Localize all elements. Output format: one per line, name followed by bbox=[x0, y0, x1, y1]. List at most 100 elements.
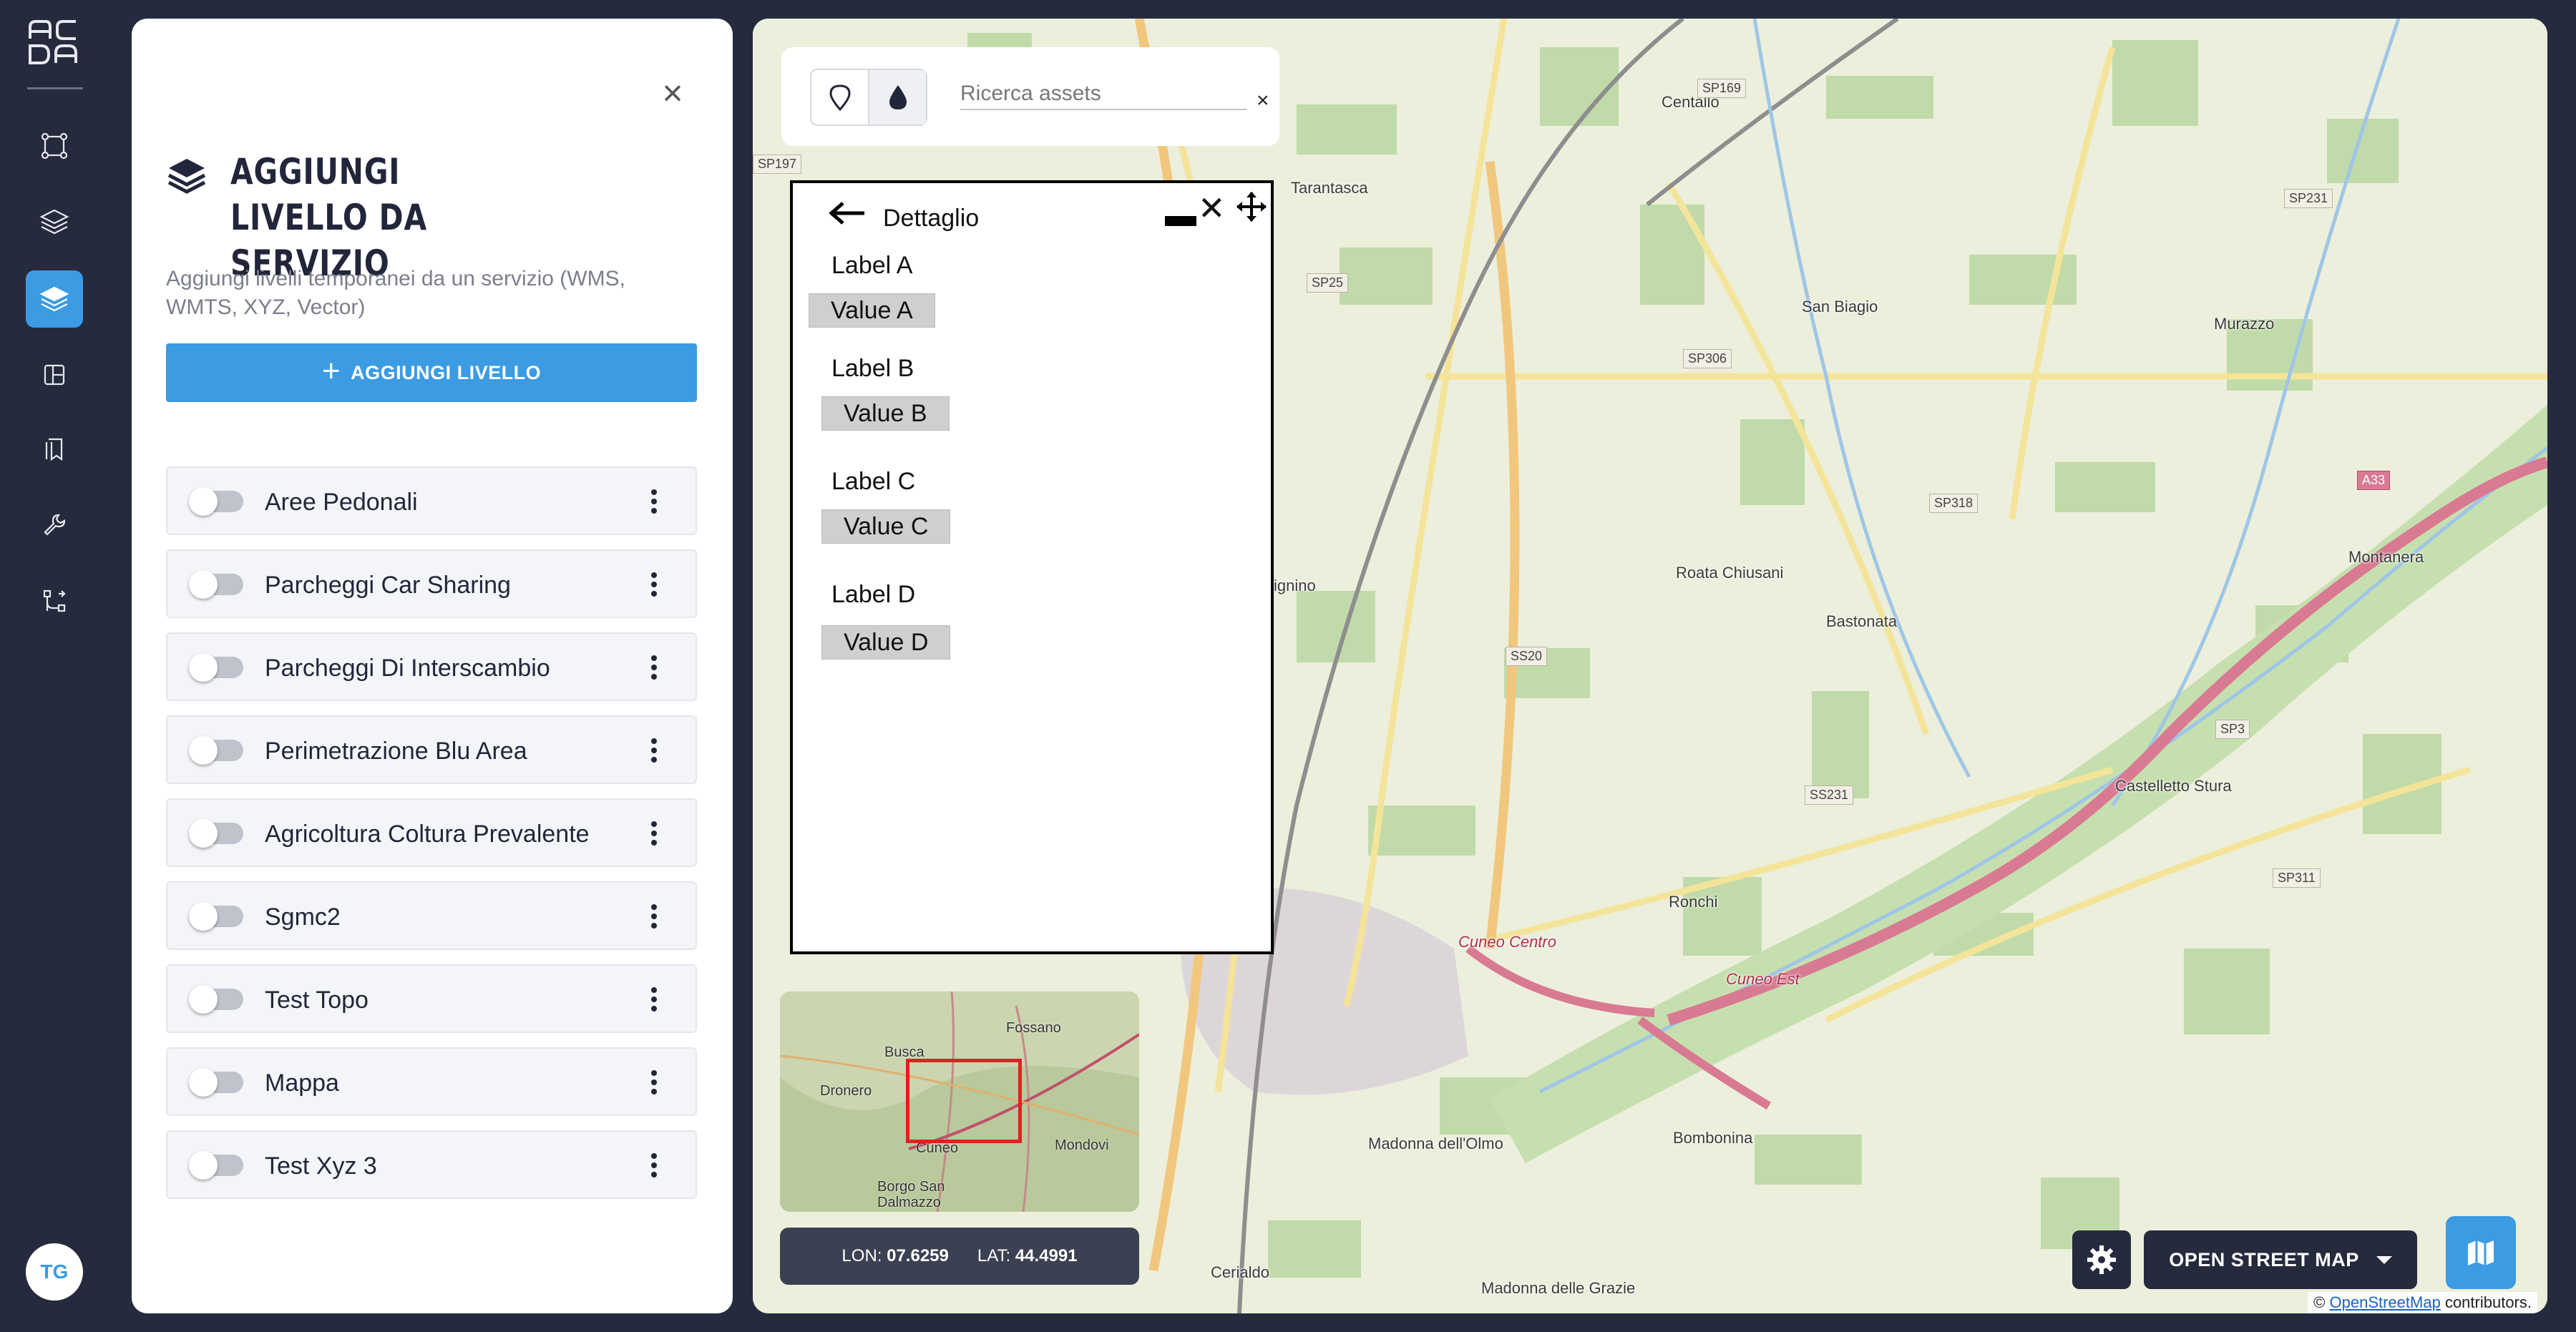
layer-name: Aree Pedonali bbox=[265, 489, 418, 516]
lat-readout: LAT: 44.4991 bbox=[977, 1246, 1078, 1265]
nav-rail: TG bbox=[0, 0, 109, 1332]
selection-square-icon bbox=[41, 132, 68, 160]
detail-label: Label B bbox=[831, 355, 914, 382]
app-logo[interactable] bbox=[27, 17, 79, 69]
layer-toggle[interactable] bbox=[189, 487, 243, 516]
bookmarks-icon bbox=[45, 438, 63, 461]
drop-button[interactable] bbox=[868, 70, 926, 124]
detail-label: Label C bbox=[831, 468, 916, 495]
settings-button[interactable] bbox=[2072, 1230, 2131, 1289]
map-label: San Biagio bbox=[1802, 298, 1878, 315]
layers-icon bbox=[39, 209, 69, 235]
more-vertical-icon[interactable] bbox=[640, 900, 668, 933]
more-vertical-icon[interactable] bbox=[640, 983, 668, 1016]
more-vertical-icon[interactable] bbox=[640, 568, 668, 601]
road-shield: SP3 bbox=[2215, 720, 2250, 739]
chevron-down-icon bbox=[2376, 1255, 2392, 1264]
list-item: Test Xyz 3 bbox=[166, 1130, 697, 1199]
rail-bookmarks-button[interactable] bbox=[26, 421, 83, 478]
overview-minimap[interactable]: Busca Fossano Dronero Cuneo Mondovi Borg… bbox=[780, 991, 1139, 1212]
layer-toggle[interactable] bbox=[189, 1068, 243, 1097]
location-pin-button[interactable] bbox=[811, 70, 868, 124]
layer-toggle[interactable] bbox=[189, 1151, 243, 1180]
osm-link[interactable]: OpenStreetMap bbox=[2330, 1293, 2441, 1311]
map-label: Ronchi bbox=[1669, 893, 1718, 911]
layer-name: Parcheggi Car Sharing bbox=[265, 572, 511, 599]
layer-name: Perimetrazione Blu Area bbox=[265, 738, 527, 765]
map-label: Madonna delle Grazie bbox=[1481, 1279, 1636, 1297]
list-item: Aree Pedonali bbox=[166, 466, 697, 535]
detail-value: Value B bbox=[821, 396, 950, 431]
rail-tools-button[interactable] bbox=[26, 496, 83, 554]
detail-value: Value D bbox=[821, 625, 951, 660]
rail-workflow-button[interactable] bbox=[26, 572, 83, 630]
more-vertical-icon[interactable] bbox=[640, 1066, 668, 1099]
detail-value: Value A bbox=[809, 293, 935, 328]
rail-layers-button[interactable] bbox=[26, 193, 83, 250]
coordinate-readout: LON: 07.6259 LAT: 44.4991 bbox=[780, 1228, 1139, 1285]
user-avatar[interactable]: TG bbox=[26, 1243, 83, 1301]
logo-divider bbox=[27, 87, 83, 89]
map-label: Cuneo Centro bbox=[1458, 933, 1556, 951]
map-label: Murazzo bbox=[2214, 315, 2275, 333]
basemap-label: OPEN STREET MAP bbox=[2169, 1248, 2359, 1270]
layout-icon bbox=[44, 364, 65, 386]
road-shield: SP25 bbox=[1307, 273, 1349, 293]
layer-toggle[interactable] bbox=[189, 819, 243, 848]
more-vertical-icon[interactable] bbox=[640, 1149, 668, 1182]
layer-toggle[interactable] bbox=[189, 570, 243, 599]
more-vertical-icon[interactable] bbox=[640, 817, 668, 850]
map-canvas[interactable]: Centallo Tarantasca San Biagio Murazzo R… bbox=[753, 19, 2547, 1313]
map-view-button[interactable] bbox=[2446, 1216, 2516, 1289]
more-vertical-icon[interactable] bbox=[640, 734, 668, 767]
layer-name: Parcheggi Di Interscambio bbox=[265, 655, 550, 682]
layer-toggle[interactable] bbox=[189, 985, 243, 1014]
layer-name: Test Xyz 3 bbox=[265, 1152, 377, 1180]
back-arrow-icon[interactable] bbox=[827, 199, 867, 227]
road-shield: SP231 bbox=[2284, 189, 2333, 208]
plus-icon: + bbox=[321, 353, 341, 388]
layer-toggle[interactable] bbox=[189, 736, 243, 765]
road-shield: SP306 bbox=[1683, 349, 1732, 368]
map-label: Castelletto Stura bbox=[2115, 777, 2232, 795]
move-icon[interactable] bbox=[1235, 190, 1268, 223]
layer-list: Aree Pedonali Parcheggi Car Sharing Parc… bbox=[166, 466, 697, 1213]
clear-search-icon[interactable]: × bbox=[1257, 89, 1269, 113]
search-input[interactable] bbox=[960, 79, 1246, 110]
minimize-icon[interactable] bbox=[1165, 216, 1196, 226]
add-layer-button[interactable]: + AGGIUNGI LIVELLO bbox=[166, 343, 697, 402]
layers-icon bbox=[167, 159, 206, 194]
rail-add-service-layer-button[interactable] bbox=[26, 270, 83, 328]
close-icon[interactable]: ✕ bbox=[1198, 189, 1226, 227]
map-label: Bombonina bbox=[1673, 1129, 1753, 1147]
detail-title: Dettaglio bbox=[883, 205, 980, 232]
list-item: Mappa bbox=[166, 1047, 697, 1116]
map-label: Bastonata bbox=[1826, 612, 1898, 630]
detail-label: Label A bbox=[831, 252, 913, 279]
road-shield: SS20 bbox=[1506, 647, 1548, 666]
road-shield: SP197 bbox=[753, 155, 802, 174]
detail-value: Value C bbox=[821, 509, 951, 544]
map-label: Cerialdo bbox=[1211, 1263, 1269, 1281]
road-shield: A33 bbox=[2357, 471, 2391, 490]
more-vertical-icon[interactable] bbox=[640, 485, 668, 518]
more-vertical-icon[interactable] bbox=[640, 651, 668, 684]
add-service-layer-panel: × AGGIUNGI LIVELLO DA SERVIZIO Aggiungi … bbox=[132, 19, 733, 1313]
minimap-label: Borgo San Dalmazzo bbox=[877, 1179, 945, 1210]
layer-toggle[interactable] bbox=[189, 653, 243, 682]
basemap-selector[interactable]: OPEN STREET MAP bbox=[2144, 1230, 2417, 1289]
road-shield: SP169 bbox=[1697, 79, 1747, 98]
rail-layout-button[interactable] bbox=[26, 346, 83, 403]
add-layer-label: AGGIUNGI LIVELLO bbox=[351, 361, 542, 383]
close-icon[interactable]: × bbox=[653, 73, 693, 113]
map-label: Madonna dell'Olmo bbox=[1368, 1135, 1503, 1152]
layer-toggle[interactable] bbox=[189, 902, 243, 931]
rail-selection-button[interactable] bbox=[26, 117, 83, 175]
search-bar: × bbox=[781, 47, 1279, 146]
gear-icon bbox=[2087, 1245, 2116, 1274]
panel-description: Aggiungi livelli temporanei da un serviz… bbox=[166, 267, 625, 319]
minimap-label: Fossano bbox=[1006, 1020, 1061, 1036]
minimap-viewport-box[interactable] bbox=[906, 1059, 1022, 1143]
list-item: Parcheggi Car Sharing bbox=[166, 549, 697, 618]
map-label: Cuneo Est bbox=[1726, 970, 1800, 988]
